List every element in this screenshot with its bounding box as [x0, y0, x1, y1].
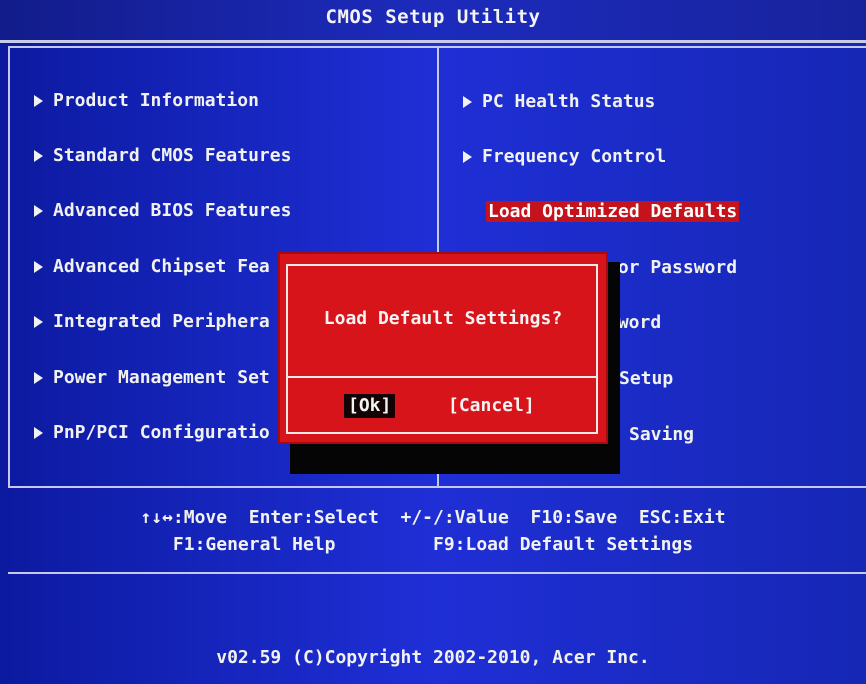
menu-item-pnp-pci-configurations[interactable]: PnP/PCI Configuratio: [34, 420, 270, 446]
menu-item-save-and-exit-setup[interactable]: Setup: [619, 366, 673, 392]
menu-item-integrated-peripherals[interactable]: Integrated Periphera: [34, 309, 270, 335]
bios-screen: CMOS Setup Utility Product Information S…: [0, 0, 866, 684]
help-bottom-line: [8, 572, 866, 574]
menu-item-pc-health-status[interactable]: PC Health Status: [463, 89, 655, 115]
cancel-button[interactable]: [Cancel]: [444, 394, 539, 418]
arrow-right-icon: [34, 150, 43, 162]
menu-item-supervisor-password[interactable]: sor Password: [607, 255, 737, 281]
menu-item-product-information[interactable]: Product Information: [34, 88, 259, 114]
arrow-right-icon: [34, 427, 43, 439]
confirm-dialog: Load Default Settings? [Ok] [Cancel]: [278, 252, 608, 444]
arrow-right-icon: [34, 95, 43, 107]
arrow-right-icon: [34, 372, 43, 384]
arrow-right-icon: [34, 316, 43, 328]
arrow-right-icon: [463, 96, 472, 108]
menu-bottom-line: [8, 486, 866, 488]
menu-item-exit-without-saving[interactable]: Saving: [629, 422, 694, 448]
page-title: CMOS Setup Utility: [325, 6, 541, 28]
arrow-right-icon: [34, 261, 43, 273]
help-line-navigation: ↑↓↔:Move Enter:Select +/-/:Value F10:Sav…: [140, 507, 726, 528]
menu-item-advanced-chipset-features[interactable]: Advanced Chipset Fea: [34, 254, 270, 280]
dialog-message: Load Default Settings?: [323, 308, 563, 329]
menu-item-advanced-bios-features[interactable]: Advanced BIOS Features: [34, 198, 291, 224]
menu-item-frequency-control[interactable]: Frequency Control: [463, 144, 666, 170]
menu-item-power-management-setup[interactable]: Power Management Set: [34, 365, 270, 391]
arrow-right-icon: [463, 151, 472, 163]
dialog-frame-bottom: [286, 376, 598, 434]
arrow-right-icon: [34, 205, 43, 217]
copyright-footer: v02.59 (C)Copyright 2002-2010, Acer Inc.: [216, 647, 650, 668]
title-bar: CMOS Setup Utility: [0, 0, 866, 43]
menu-item-load-optimized-defaults[interactable]: Load Optimized Defaults: [486, 199, 740, 225]
ok-button[interactable]: [Ok]: [344, 394, 396, 418]
frame-left-line: [8, 46, 10, 487]
help-line-function-keys: F1:General Help F9:Load Default Settings: [172, 534, 694, 555]
menu-item-standard-cmos-features[interactable]: Standard CMOS Features: [34, 143, 291, 169]
